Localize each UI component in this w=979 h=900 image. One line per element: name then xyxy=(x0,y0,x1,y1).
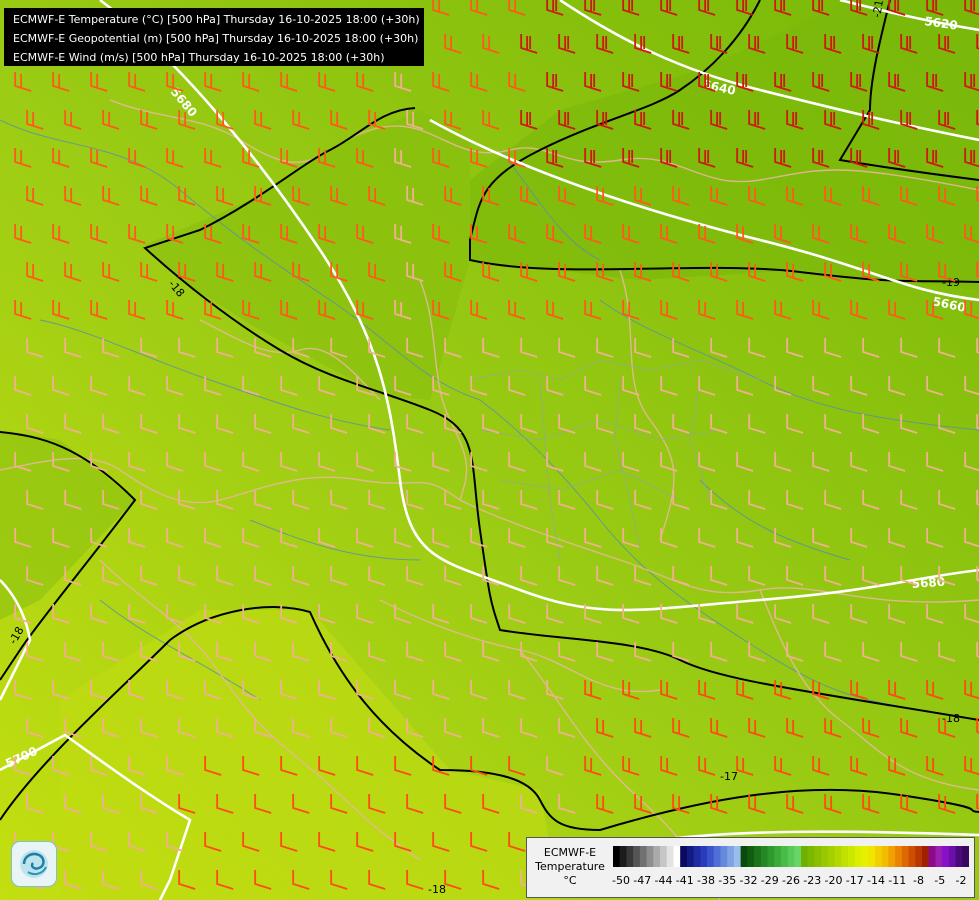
legend-tick-label: -11 xyxy=(888,874,907,887)
legend-swatch xyxy=(955,846,963,867)
forecast-info-box: ECMWF-E Temperature (°C) [500 hPa] Thurs… xyxy=(4,8,424,66)
geopotential-label: 5680 xyxy=(911,575,945,591)
legend-tick-label: -26 xyxy=(782,874,800,887)
legend-swatch xyxy=(787,846,795,867)
legend-swatch xyxy=(827,846,836,867)
legend-swatch xyxy=(639,846,648,867)
legend-swatch xyxy=(626,846,634,867)
ecmwf-logo-icon xyxy=(11,841,57,887)
legend-swatch xyxy=(747,846,755,867)
legend-tick-label: -32 xyxy=(739,874,758,887)
temperature-legend: ECMWF-E Temperature °C -50 -47 -44 -41 -38 -3… xyxy=(526,837,975,898)
legend-swatch xyxy=(814,846,822,867)
legend-title-unit: °C xyxy=(563,874,577,887)
legend-swatch xyxy=(633,846,641,867)
legend-swatch xyxy=(767,846,775,867)
legend-tick-label: -8 xyxy=(913,874,924,887)
legend-swatch xyxy=(693,846,701,867)
legend-swatch xyxy=(948,846,957,867)
legend-swatch xyxy=(962,846,969,867)
legend-swatch xyxy=(821,846,829,867)
legend-title: ECMWF-E Temperature °C xyxy=(531,846,609,888)
legend-swatch xyxy=(848,846,856,867)
weather-map[interactable]: 5620 5640 5660 5680 5680 5700 -18 -19 -1… xyxy=(0,0,979,900)
legend-swatch xyxy=(707,846,715,867)
legend-swatch xyxy=(868,846,876,867)
legend-tick-label: -2 xyxy=(955,874,967,887)
legend-tick-label: -41 xyxy=(675,874,694,887)
legend-swatch xyxy=(888,846,896,867)
legend-swatch xyxy=(666,846,675,867)
legend-swatch xyxy=(613,846,621,867)
legend-tick-label: -47 xyxy=(633,874,652,887)
legend-swatch xyxy=(680,846,688,867)
legend-swatch xyxy=(834,846,842,867)
legend-swatch xyxy=(874,846,883,867)
legend-swatch xyxy=(653,846,661,867)
legend-tick-label: -38 xyxy=(697,874,715,887)
legend-swatch xyxy=(895,846,903,867)
legend-swatch xyxy=(780,846,789,867)
legend-swatch xyxy=(801,846,809,867)
legend-swatch xyxy=(841,846,849,867)
legend-title-variable: Temperature xyxy=(535,860,605,873)
legend-tick-label: -14 xyxy=(867,874,885,887)
legend-swatch xyxy=(881,846,889,867)
legend-swatch xyxy=(861,846,869,867)
geopotential-title: ECMWF-E Geopotential (m) [500 hPa] Thurs… xyxy=(13,32,419,45)
isotherm-label: -18 xyxy=(428,883,446,896)
legend-tick-label: -29 xyxy=(760,874,779,887)
legend-title-model: ECMWF-E xyxy=(543,846,597,859)
legend-swatch xyxy=(646,846,654,867)
legend-tick-label: -50 xyxy=(612,874,630,887)
wind-title: ECMWF-E Wind (m/s) [500 hPa] Thursday 16… xyxy=(13,51,385,64)
legend-tick-label: -20 xyxy=(824,874,843,887)
legend-tick-label: -35 xyxy=(718,874,737,887)
legend-swatch xyxy=(908,846,916,867)
legend-swatch xyxy=(760,846,769,867)
legend-swatch xyxy=(673,846,681,867)
legend-swatch xyxy=(660,846,668,867)
legend-swatch xyxy=(733,846,742,867)
legend-swatch xyxy=(754,846,762,867)
temperature-title: ECMWF-E Temperature (°C) [500 hPa] Thurs… xyxy=(13,13,420,26)
legend-swatch xyxy=(740,846,748,867)
legend-swatch xyxy=(921,846,930,867)
legend-swatch xyxy=(794,846,802,867)
legend-tick-label: -5 xyxy=(934,874,946,887)
legend-swatch xyxy=(774,846,782,867)
isotherm-label: -17 xyxy=(720,770,738,783)
legend-swatch xyxy=(686,846,695,867)
legend-swatch xyxy=(619,846,628,867)
legend-swatch xyxy=(942,846,950,867)
legend-swatch xyxy=(928,846,937,867)
legend-swatch xyxy=(901,846,910,867)
legend-tick-label: -23 xyxy=(803,874,822,887)
legend-swatch xyxy=(807,846,816,867)
legend-tick-labels: -50 -47 -44 -41 -38 -35 -32 -29 -26 -23 -20 -17 -14-… xyxy=(612,874,969,888)
legend-tick-label: -44 xyxy=(654,874,673,887)
legend-swatch xyxy=(915,846,923,867)
legend-swatch xyxy=(854,846,863,867)
legend-tick-label: -17 xyxy=(845,874,864,887)
legend-swatch xyxy=(935,846,943,867)
legend-swatch xyxy=(727,846,735,867)
legend-swatch xyxy=(713,846,722,867)
legend-color-bar xyxy=(613,846,969,867)
legend-swatch xyxy=(700,846,708,867)
legend-swatch xyxy=(720,846,728,867)
